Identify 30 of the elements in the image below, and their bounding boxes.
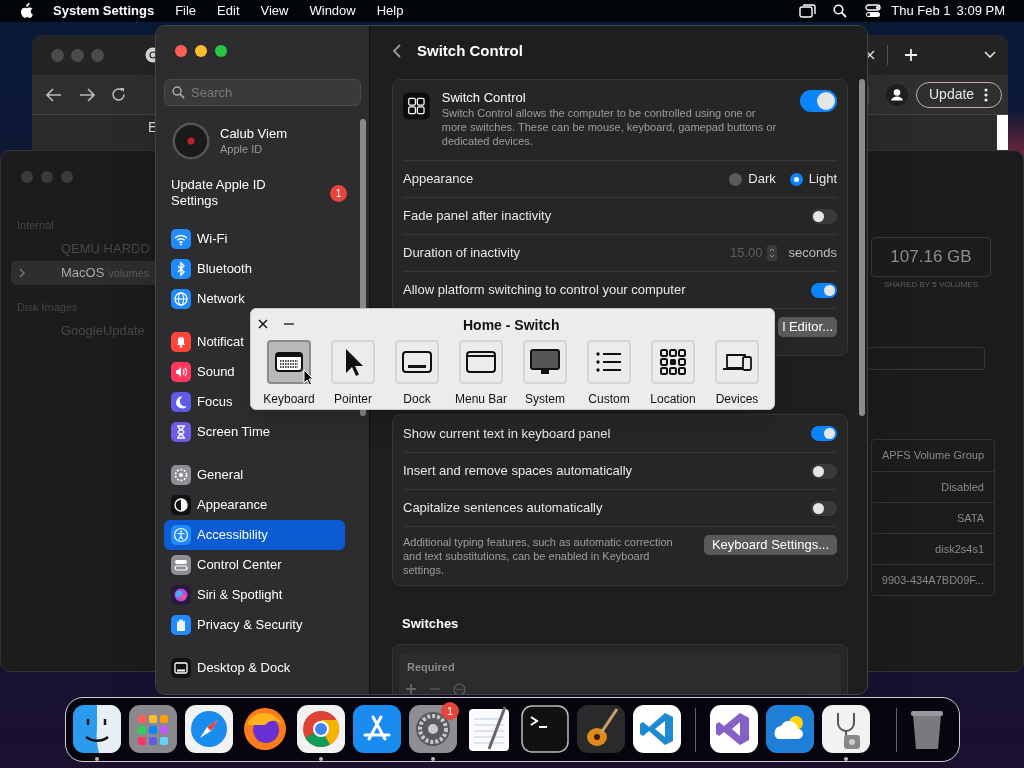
section-title: Switch Control [441, 90, 527, 106]
info-value: Disabled [872, 471, 994, 502]
list-header: Required [407, 660, 456, 675]
setting-label: Duration of inactivity [403, 244, 521, 263]
info-value: APFS Volume Group [880, 448, 985, 464]
setting-label: Allow platform switching to control your computer [403, 281, 686, 300]
setting-label: Appearance [403, 170, 474, 189]
setting-label: Insert and remove spaces automatically [403, 462, 633, 481]
section-description: Switch Control allows the computer to be controlled using one or more switches. These can be mouse, keyboard, gamepad buttons or dedicated devices. [441, 106, 777, 148]
menu-date: Thu Feb 1 [891, 2, 951, 21]
section-heading: Switches [402, 615, 460, 633]
info-value: SATA [872, 502, 994, 533]
help-text: Additional typing features, such as automatic correction and text substitutions, can be enabled in Keyboard settings. [403, 535, 674, 577]
setting-label: Capitalize sentences automatically [403, 499, 603, 518]
notification-badge: 1 [441, 702, 459, 720]
account-subtitle: Apple ID [220, 142, 264, 156]
volume-name: MacOS [61, 264, 105, 283]
account-name: Calub Viem [220, 126, 287, 142]
unit-label: seconds [788, 244, 837, 263]
info-value: disk2s4s1 [872, 533, 994, 564]
notification-badge: 1 [330, 184, 347, 202]
panel-title: Home - Switch [463, 316, 560, 335]
page-title: Switch Control [417, 40, 523, 61]
setting-label: Fade panel after inactivity [403, 207, 552, 226]
info-value: 9903-434A7BD09F... [872, 564, 994, 595]
capacity-value: 107.16 GB [871, 237, 991, 277]
radio-label: Light [808, 170, 837, 189]
radio-label: Dark [748, 170, 776, 189]
setting-label: Show current text in keyboard panel [403, 424, 611, 443]
menu-time: 3:09 PM [956, 2, 1005, 21]
